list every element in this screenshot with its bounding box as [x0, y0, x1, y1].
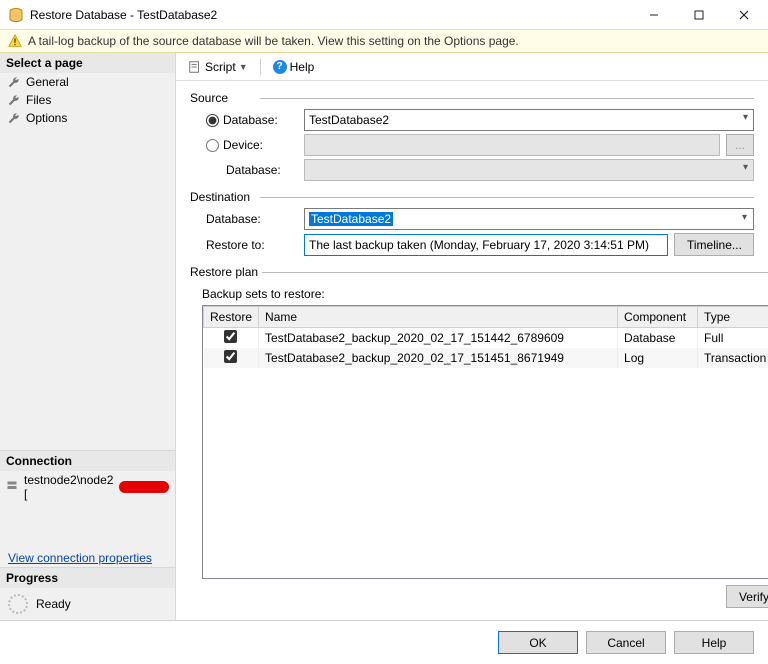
device-browse-button: ...: [726, 134, 754, 156]
cell-component: Database: [618, 328, 698, 349]
restore-plan-legend: Restore plan: [190, 265, 262, 279]
help-button[interactable]: ? Help: [269, 59, 319, 75]
help-icon: ?: [273, 60, 287, 74]
table-row[interactable]: TestDatabase2_backup_2020_02_17_151451_8…: [204, 348, 768, 368]
restore-checkbox[interactable]: [224, 330, 237, 343]
timeline-button[interactable]: Timeline...: [674, 233, 754, 256]
table-row[interactable]: TestDatabase2_backup_2020_02_17_151442_6…: [204, 328, 768, 349]
toolbar-separator: [260, 59, 261, 75]
source-device-radio[interactable]: [206, 139, 219, 152]
maximize-button[interactable]: [676, 0, 721, 29]
info-banner-text: A tail-log backup of the source database…: [28, 34, 519, 48]
destination-fieldset: Destination Database: TestDatabase2 Rest…: [190, 190, 754, 259]
restore-to-field[interactable]: [304, 234, 668, 256]
source-device-field: [304, 134, 720, 156]
close-button[interactable]: [721, 0, 766, 29]
source-database-select[interactable]: [304, 109, 754, 131]
source-db2-select: [304, 159, 754, 181]
col-name[interactable]: Name: [259, 307, 618, 328]
source-db-label: Database:: [223, 113, 278, 127]
sidebar-page-options[interactable]: Options: [0, 109, 175, 127]
grid-header-row: Restore Name Component Type Server: [204, 307, 768, 328]
progress-status: Ready: [0, 588, 175, 620]
source-db2-label: Database:: [226, 163, 281, 177]
connection-header: Connection: [0, 451, 175, 471]
help-label: Help: [290, 60, 315, 74]
backup-sets-grid[interactable]: Restore Name Component Type Server TestD…: [202, 305, 768, 579]
destination-database-select[interactable]: TestDatabase2: [305, 209, 753, 229]
link-text[interactable]: View connection properties: [8, 551, 152, 565]
title-bar: Restore Database - TestDatabase2: [0, 0, 768, 30]
sidebar: Select a page General Files Options Conn…: [0, 53, 176, 620]
select-page-header: Select a page: [0, 53, 175, 73]
sidebar-page-general[interactable]: General: [0, 73, 175, 91]
dialog-footer: OK Cancel Help: [0, 620, 768, 664]
source-legend: Source: [190, 91, 232, 105]
sidebar-page-files[interactable]: Files: [0, 91, 175, 109]
info-banner: A tail-log backup of the source database…: [0, 30, 768, 53]
ok-button[interactable]: OK: [498, 631, 578, 654]
source-database-radio[interactable]: [206, 114, 219, 127]
restore-to-label: Restore to:: [206, 238, 265, 252]
connection-info: testnode2\node2 [: [0, 471, 175, 503]
chevron-down-icon: ▼: [239, 62, 248, 72]
backup-sets-label: Backup sets to restore:: [202, 287, 768, 301]
source-device-label: Device:: [223, 138, 263, 152]
col-restore[interactable]: Restore: [204, 307, 259, 328]
content-toolbar: Script ▼ ? Help: [176, 53, 768, 81]
col-type[interactable]: Type: [698, 307, 768, 328]
dest-db-label: Database:: [206, 212, 261, 226]
connection-text: testnode2\node2 [: [24, 473, 113, 501]
server-icon: [6, 480, 18, 495]
destination-legend: Destination: [190, 190, 254, 204]
restore-checkbox[interactable]: [224, 350, 237, 363]
progress-text: Ready: [36, 597, 71, 611]
cancel-button[interactable]: Cancel: [586, 631, 666, 654]
wrench-icon: [8, 112, 20, 124]
sidebar-page-label: General: [26, 75, 69, 89]
cell-name: TestDatabase2_backup_2020_02_17_151442_6…: [259, 328, 618, 349]
cell-name: TestDatabase2_backup_2020_02_17_151451_8…: [259, 348, 618, 368]
spinner-icon: [8, 594, 28, 614]
cell-component: Log: [618, 348, 698, 368]
footer-help-button[interactable]: Help: [674, 631, 754, 654]
window-title: Restore Database - TestDatabase2: [30, 8, 631, 22]
script-icon: [188, 60, 202, 74]
restore-plan-fieldset: Restore plan Backup sets to restore: Res…: [190, 265, 768, 608]
sidebar-page-label: Options: [26, 111, 67, 125]
dest-db-value: TestDatabase2: [309, 212, 393, 226]
minimize-button[interactable]: [631, 0, 676, 29]
cell-type: Transaction Log: [698, 348, 768, 368]
warning-icon: [8, 34, 22, 48]
wrench-icon: [8, 76, 20, 88]
view-connection-properties-link[interactable]: View connection properties: [0, 549, 175, 567]
source-fieldset: Source Database: Device: ... Database:: [190, 91, 754, 184]
app-icon: [8, 7, 24, 23]
progress-header: Progress: [0, 568, 175, 588]
sidebar-page-label: Files: [26, 93, 51, 107]
cell-type: Full: [698, 328, 768, 349]
wrench-icon: [8, 94, 20, 106]
verify-backup-media-button[interactable]: Verify Backup Media: [726, 585, 768, 608]
script-label: Script: [205, 60, 236, 74]
redacted-mark: [119, 481, 169, 493]
script-button[interactable]: Script ▼: [184, 59, 252, 75]
col-component[interactable]: Component: [618, 307, 698, 328]
